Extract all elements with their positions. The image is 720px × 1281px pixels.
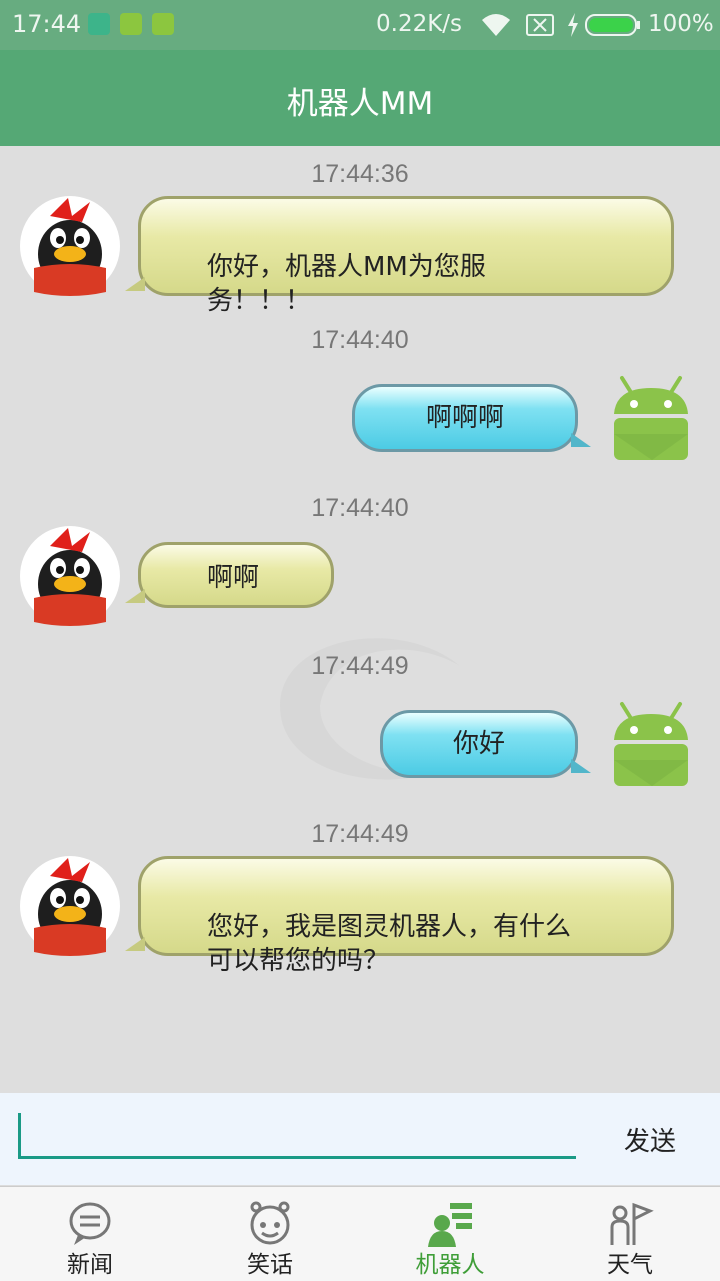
battery-percent: 100% xyxy=(648,11,714,37)
tab-label: 笑话 xyxy=(247,1252,293,1278)
tab-news[interactable]: 新闻 xyxy=(0,1187,180,1281)
android-user-avatar[interactable] xyxy=(610,374,692,462)
robot-person-icon xyxy=(428,1203,472,1247)
received-message-bubble[interactable]: 你好，机器人MM为您服 务！！！ xyxy=(125,196,674,316)
tab-label: 新闻 xyxy=(67,1252,113,1278)
tab-robot[interactable]: 机器人 xyxy=(360,1187,540,1281)
message-text: 你好 xyxy=(452,729,505,759)
wifi-icon xyxy=(482,14,510,36)
bubble-tail xyxy=(125,937,145,951)
robot-penguin-avatar[interactable] xyxy=(20,856,120,956)
tab-label: 机器人 xyxy=(415,1252,485,1278)
joke-face-icon xyxy=(250,1201,290,1245)
bubble-tail xyxy=(125,589,145,603)
tab-label: 天气 xyxy=(607,1252,653,1278)
tab-jokes[interactable]: 笑话 xyxy=(180,1187,360,1281)
composer: 发送 xyxy=(0,1093,720,1185)
bubble-tail xyxy=(125,277,145,291)
no-sim-icon xyxy=(526,14,554,36)
sent-message-bubble[interactable]: 你好 xyxy=(380,710,591,778)
message-time: 17:44:49 xyxy=(311,652,409,680)
text-cursor xyxy=(18,1113,21,1157)
battery-app-icon xyxy=(120,13,142,35)
network-speed: 0.22K/s xyxy=(376,11,463,37)
received-message-bubble[interactable]: 啊啊 xyxy=(125,542,334,608)
weather-flag-icon xyxy=(610,1202,654,1245)
charging-icon xyxy=(568,13,578,37)
status-bar: 17:44 0.22K/s 100% xyxy=(0,0,720,50)
sent-message-bubble[interactable]: 啊啊啊 xyxy=(352,384,591,452)
bottom-tab-bar: 新闻 笑话 机器人 天气 xyxy=(0,1186,720,1281)
message-text: 您好，我是图灵机器人，有什么 可以帮您的吗？ xyxy=(207,912,572,976)
send-button[interactable]: 发送 xyxy=(600,1121,700,1158)
chat-list[interactable]: 17:44:36 你好，机器人MM为您服 务！！！ 17:44:40 啊啊啊 1… xyxy=(0,146,720,1093)
status-time: 17:44 xyxy=(12,10,82,38)
battery-icon xyxy=(585,14,640,36)
message-text: 啊啊 xyxy=(207,563,260,593)
page-title: 机器人MM xyxy=(286,86,434,122)
message-input[interactable] xyxy=(18,1111,576,1159)
message-text: 啊啊啊 xyxy=(425,403,504,433)
tab-weather[interactable]: 天气 xyxy=(540,1187,720,1281)
robot-penguin-avatar[interactable] xyxy=(20,196,120,296)
message-time: 17:44:49 xyxy=(311,820,409,848)
message-time: 17:44:40 xyxy=(311,494,409,522)
chat-bubble-icon xyxy=(69,1202,111,1245)
bubble-tail xyxy=(571,433,591,447)
android-app-icon xyxy=(152,13,174,35)
shield-icon xyxy=(88,13,110,35)
received-message-bubble[interactable]: 您好，我是图灵机器人，有什么 可以帮您的吗？ xyxy=(125,856,674,976)
message-text: 你好，机器人MM为您服 务！！！ xyxy=(207,252,486,316)
message-time: 17:44:36 xyxy=(311,160,409,188)
message-time: 17:44:40 xyxy=(311,326,409,354)
app-bar: 机器人MM xyxy=(0,50,720,146)
bubble-tail xyxy=(571,759,591,773)
robot-penguin-avatar[interactable] xyxy=(20,526,120,626)
android-user-avatar[interactable] xyxy=(610,700,692,788)
